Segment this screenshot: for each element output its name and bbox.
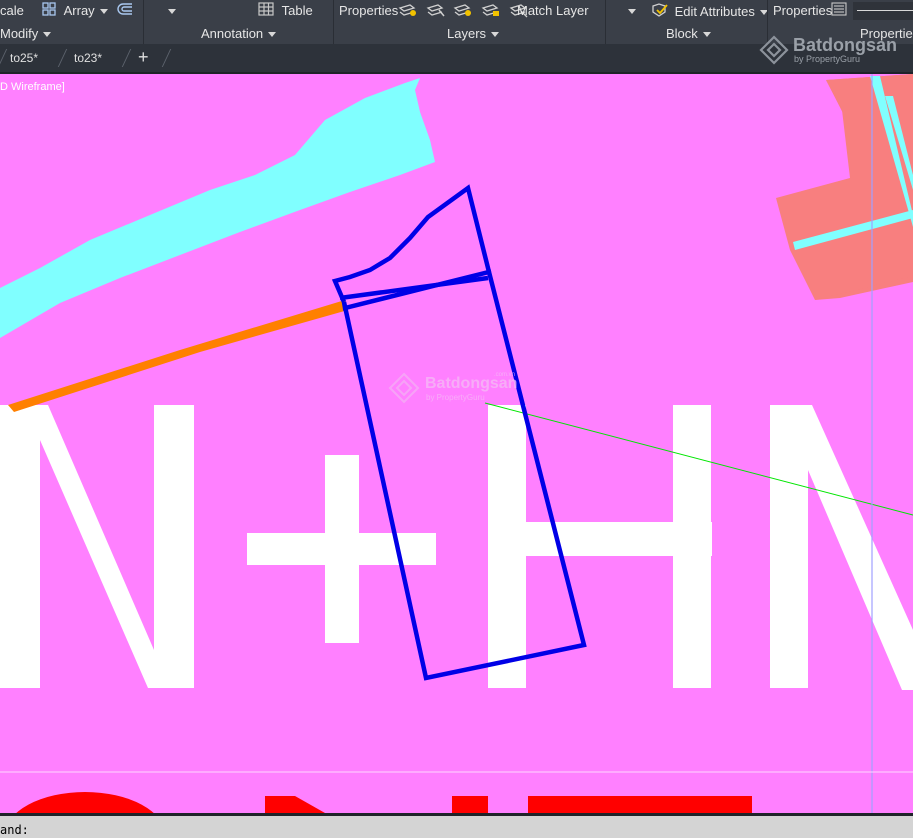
table-label: Table bbox=[281, 3, 313, 18]
chevron-down-icon[interactable] bbox=[99, 9, 108, 15]
linetype-dropdown[interactable] bbox=[853, 2, 913, 20]
chevron-down-icon bbox=[43, 32, 52, 38]
scale-button[interactable]: cale bbox=[0, 2, 24, 20]
annotation-group-label: Annotation bbox=[201, 26, 264, 41]
tab-label: to25* bbox=[10, 51, 39, 65]
watermark-sub: by PropertyGuru bbox=[794, 54, 861, 64]
modify-group-label: Modify bbox=[0, 26, 39, 41]
drawing-canvas[interactable]: Batdongsan by PropertyGuru .com.vn bbox=[0, 74, 913, 813]
edit-attributes-label: Edit Attributes bbox=[674, 3, 755, 19]
ribbon-group-annotation[interactable]: Annotation bbox=[201, 26, 277, 42]
ribbon-divider bbox=[333, 0, 334, 44]
center-watermark-sub: by PropertyGuru bbox=[426, 393, 485, 402]
chevron-down-icon bbox=[268, 32, 277, 38]
chevron-down-icon[interactable] bbox=[623, 2, 636, 20]
chevron-down-icon[interactable] bbox=[163, 2, 176, 20]
new-tab-button[interactable]: + bbox=[138, 47, 149, 67]
edit-attributes-button[interactable]: Edit Attributes bbox=[651, 2, 768, 20]
ribbon-group-block[interactable]: Block bbox=[666, 26, 711, 42]
tab-label: to23* bbox=[74, 51, 103, 65]
block-group-label: Block bbox=[666, 26, 698, 41]
layer-off-icon[interactable] bbox=[398, 2, 418, 23]
chevron-down-icon bbox=[702, 32, 711, 38]
ribbon-divider bbox=[143, 0, 144, 44]
layer-properties-label: Properties bbox=[339, 3, 399, 18]
layers-group-label: Layers bbox=[447, 26, 487, 41]
table-icon bbox=[258, 2, 274, 21]
table-button[interactable]: Table bbox=[258, 2, 313, 20]
array-icon bbox=[42, 2, 56, 21]
offset-icon bbox=[116, 2, 134, 21]
tab-to25[interactable]: to25* bbox=[10, 50, 38, 66]
center-watermark-suffix: .com.vn bbox=[494, 372, 515, 378]
match-layer-label: Match Layer bbox=[517, 3, 589, 18]
ribbon-group-layers[interactable]: Layers bbox=[447, 26, 500, 42]
layer-properties-button[interactable]: Properties bbox=[339, 2, 398, 20]
file-tab-bar: to25* to23* + Batdongsan by PropertyGuru bbox=[0, 35, 913, 72]
tab-divider bbox=[121, 49, 132, 67]
layer-freeze-icon[interactable] bbox=[453, 2, 473, 23]
tab-divider bbox=[161, 49, 172, 67]
viewport-label[interactable]: D Wireframe] bbox=[0, 81, 65, 93]
house-logo-icon bbox=[759, 35, 789, 65]
layer-isolate-icon[interactable] bbox=[426, 2, 446, 23]
tab-divider bbox=[57, 49, 68, 67]
scale-label: cale bbox=[0, 3, 24, 18]
drawing-viewport[interactable]: Batdongsan by PropertyGuru .com.vn D Wir… bbox=[0, 74, 913, 813]
edit-attributes-icon bbox=[651, 2, 669, 23]
watermark-brand: Batdongsan bbox=[793, 35, 898, 55]
properties-label: Properties bbox=[773, 3, 833, 18]
layer-tools bbox=[398, 2, 529, 20]
offset-button[interactable] bbox=[116, 2, 134, 20]
linetype-sample bbox=[857, 10, 913, 11]
command-line-text: and: bbox=[0, 823, 29, 837]
match-layer-button[interactable]: Match Layer bbox=[517, 2, 589, 20]
command-line[interactable]: and: bbox=[0, 813, 913, 838]
array-button[interactable]: Array bbox=[42, 2, 108, 20]
properties-button[interactable]: Properties bbox=[773, 2, 832, 20]
plus-icon: + bbox=[138, 47, 149, 67]
list-properties-icon[interactable] bbox=[831, 2, 847, 20]
layer-lock-icon[interactable] bbox=[481, 2, 501, 23]
tab-to23[interactable]: to23* bbox=[74, 50, 102, 66]
ribbon-divider bbox=[605, 0, 606, 44]
array-label: Array bbox=[63, 3, 95, 18]
ribbon-group-modify[interactable]: Modify bbox=[0, 26, 52, 42]
chevron-down-icon bbox=[491, 32, 500, 38]
tab-divider bbox=[0, 49, 8, 67]
